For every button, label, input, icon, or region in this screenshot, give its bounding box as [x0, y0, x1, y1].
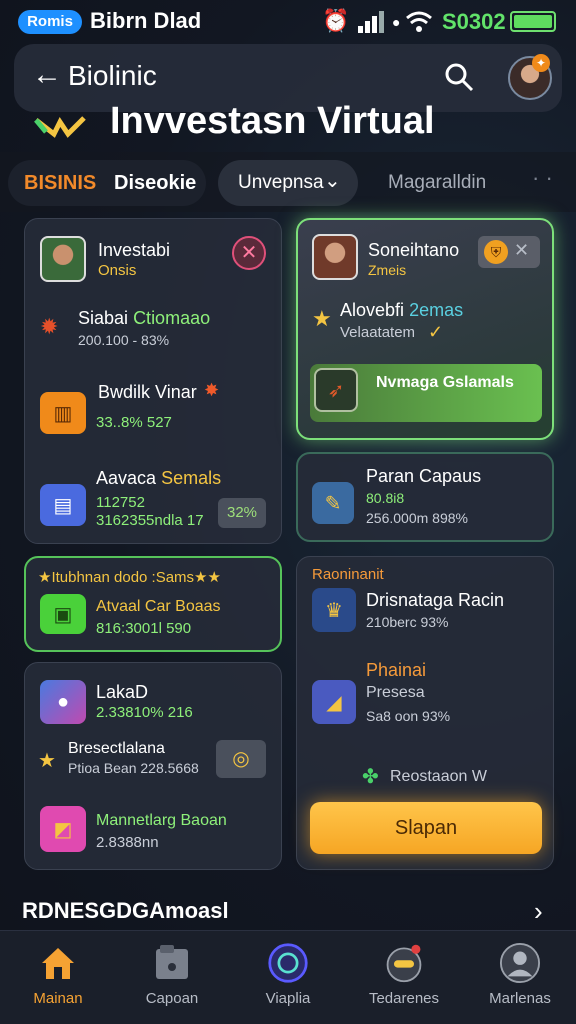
nav-label: Marlenas: [489, 990, 551, 1007]
circle-icon: [267, 942, 309, 984]
row-label: Aavaca Semals: [96, 468, 222, 488]
gear-icon: ✹: [40, 314, 59, 339]
chip-accent-label: BISINIS: [24, 172, 97, 194]
row-value: Sa8 oon 93%: [366, 708, 451, 724]
dropdown-label: Unvepnsa: [238, 172, 324, 193]
cta-button[interactable]: Slapan: [310, 802, 542, 854]
card-title: Soneihtano: [368, 240, 460, 260]
star-icon: ★: [312, 306, 332, 331]
row-value: 2.33810% 216: [96, 704, 193, 721]
nav-item-profile[interactable]: Marlenas: [470, 940, 570, 1020]
logo-icon: [34, 116, 86, 138]
row-value: 112752: [96, 494, 145, 511]
wifi-icon: [406, 11, 432, 32]
card-avatar: [312, 234, 358, 280]
chip-label: Diseokie: [114, 172, 197, 194]
document-icon: ▤: [40, 484, 86, 526]
row-value: 210berc 93%: [366, 614, 449, 630]
row-value: 2.8388nn: [96, 834, 159, 851]
row-value: 200.100 - 83%: [78, 332, 170, 348]
row-value: 3162355ndla 17: [96, 512, 204, 529]
shield-icon: ⛨: [484, 240, 508, 264]
percent-badge: 32%: [218, 498, 266, 528]
notification-badge-icon: ✦: [532, 54, 550, 72]
mute-icon: ✕: [514, 240, 530, 260]
nav-item-home[interactable]: Mainan: [8, 940, 108, 1020]
star-icon: ★: [38, 750, 56, 772]
briefcase-icon: ▥: [40, 392, 86, 434]
trophy-icon: ♛: [312, 588, 356, 632]
card-value: 256.000m 898%: [366, 510, 468, 526]
chart-icon: ◢: [312, 680, 356, 724]
link-label[interactable]: Reostaaon W: [390, 768, 487, 786]
signal-icon: [358, 11, 384, 33]
puzzle-icon: ✤: [362, 766, 379, 788]
orb-icon: ●: [40, 680, 86, 724]
globe-icon: [383, 942, 425, 984]
header-title: Biolinic: [68, 60, 157, 91]
wallet-icon: ◩: [40, 806, 86, 852]
row-label: Bresectlalana: [68, 740, 165, 757]
row-heading: Phainai: [366, 660, 427, 680]
folder-icon: [151, 942, 193, 984]
row-value: Ptioa Bean 228.5668: [68, 760, 199, 776]
page-title: Invvestasn Virtual: [110, 100, 435, 142]
carrier-name: Bibrn Dlad: [90, 8, 202, 33]
row-label: Mannetlarg Baoan: [96, 812, 227, 829]
chevron-right-icon[interactable]: ›: [534, 896, 543, 927]
coin-icon[interactable]: ◎: [216, 740, 266, 778]
check-icon: ✓: [428, 322, 444, 342]
filter-tab[interactable]: Magaralldin: [388, 172, 486, 194]
battery-icon: [510, 11, 556, 32]
nav-label: Capoan: [145, 990, 199, 1007]
clock: S0302: [442, 9, 506, 34]
home-icon: [37, 942, 79, 984]
close-icon[interactable]: ✕: [232, 236, 266, 270]
promo-heading: ★Itubhnan dodo :Sams★★: [38, 569, 221, 586]
row-title: Alovebfi 2emas: [340, 300, 464, 320]
row-title: Presesa: [366, 684, 425, 701]
row-label: Bwdilk Vinar: [98, 382, 197, 402]
nav-item-folder[interactable]: Capoan: [122, 940, 222, 1020]
back-arrow-icon[interactable]: ←: [32, 58, 62, 92]
rocket-icon: ➶: [314, 368, 358, 412]
card-value: 80.8i8: [366, 490, 405, 506]
row-label: Siabai Ctiomaao: [78, 308, 211, 328]
row-label: LakaD: [96, 682, 149, 702]
promo-value: 816:3001l 590: [96, 620, 192, 637]
nav-label: Mainan: [33, 990, 83, 1007]
edit-icon: ✎: [312, 482, 354, 524]
flame-icon: ✸: [204, 380, 220, 400]
nav-item-circle[interactable]: Viaplia: [238, 940, 338, 1020]
row-subtitle: Velaatatem: [340, 324, 416, 341]
card-title: Investabi: [98, 240, 171, 260]
game-icon: ▣: [40, 594, 86, 634]
row-value: 33..8% 527: [96, 414, 172, 431]
banner-label: Nvmaga Gslamals: [376, 374, 514, 391]
nav-item-globe[interactable]: Tedarenes: [354, 940, 454, 1020]
promo-title: Atvaal Car Boaas: [96, 598, 221, 615]
carrier-pill: Romis: [18, 10, 82, 34]
card-subtitle: Zmeis: [368, 262, 407, 278]
alarm-icon: ⏰: [322, 8, 350, 33]
chevron-down-icon: ⌄: [324, 170, 341, 192]
dot-icon: ●: [392, 14, 401, 30]
nav-label: Tedarenes: [368, 990, 440, 1007]
nav-label: Viaplia: [265, 990, 311, 1007]
section-heading: RDNESGDGAmoasl: [22, 898, 229, 923]
card-avatar: [40, 236, 86, 282]
card-title: Paran Capaus: [366, 466, 482, 486]
row-title: Drisnataga Racin: [366, 590, 505, 610]
ranking-heading: Raoninanit: [312, 566, 384, 583]
search-icon[interactable]: [442, 60, 476, 94]
card-subtitle: Onsis: [98, 262, 137, 279]
profile-icon: [499, 942, 541, 984]
more-icon[interactable]: · ·: [532, 165, 553, 191]
